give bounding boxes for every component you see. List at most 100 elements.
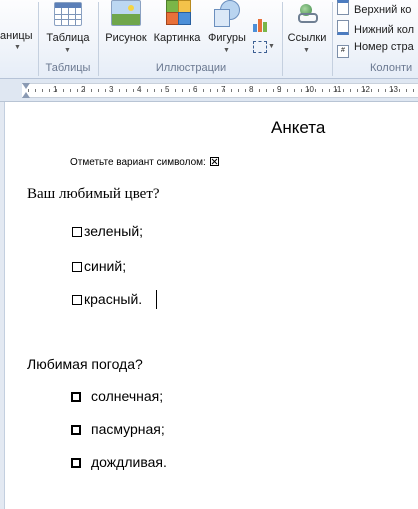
ruler-tick: [133, 89, 134, 92]
checkbox-icon: [71, 392, 81, 402]
footer-icon: [337, 20, 349, 35]
ruler-tick: [35, 89, 36, 92]
ruler-tick: [238, 89, 239, 92]
checkbox-icon: [71, 458, 81, 468]
ruler-tick: [49, 89, 50, 92]
option-label: синий;: [84, 258, 127, 274]
ruler-tick: [336, 89, 337, 92]
option-label: зеленый;: [84, 223, 144, 239]
chart-button[interactable]: [252, 16, 270, 34]
ruler-tick: [42, 89, 43, 92]
page-number-button[interactable]: # Номер стра: [337, 41, 414, 58]
page-left-margin: [0, 102, 5, 509]
ruler-tick: [294, 89, 295, 92]
group-headers-label: Колонти: [370, 62, 413, 74]
pages-button[interactable]: аницы ▼: [0, 30, 36, 51]
ruler-tick: [224, 89, 225, 92]
ruler-tick: [77, 89, 78, 92]
instruction-line: Отметьте вариант символом:: [70, 157, 219, 168]
ruler-tick: [28, 89, 29, 92]
page-number-label: Номер стра: [354, 41, 414, 53]
checkbox-icon: [71, 425, 81, 435]
q1-option-green: зеленый;: [72, 223, 143, 239]
ruler-tick: [245, 89, 246, 92]
clipart-icon: [166, 0, 191, 25]
ruler-tick: [231, 89, 232, 92]
ruler-tick: [329, 89, 330, 92]
ruler-tick: [378, 89, 379, 92]
question-1: Ваш любимый цвет?: [27, 186, 160, 202]
screenshot-button[interactable]: ▼: [252, 40, 276, 54]
ruler-tick: [287, 89, 288, 92]
ruler-tick: [154, 89, 155, 92]
table-label: Таблица: [46, 32, 90, 44]
ruler-tick: [364, 89, 365, 92]
header-button[interactable]: Верхний ко: [337, 0, 411, 16]
table-dropdown-icon: ▼: [64, 47, 71, 54]
ruler-tick: [371, 89, 372, 92]
question-2: Любимая погода?: [27, 356, 143, 372]
links-label: Ссылки: [287, 32, 327, 44]
page-number-icon: #: [337, 45, 349, 58]
picture-button[interactable]: Рисунок: [102, 0, 150, 58]
ruler-number: 10: [305, 85, 314, 94]
ribbon-insert-tab: аницы ▼ Таблица ▼ Таблицы Рисунок Картин…: [0, 0, 418, 79]
footer-button[interactable]: Нижний кол: [337, 20, 414, 36]
ruler-number: 13: [389, 85, 398, 94]
option-label: дождливая.: [91, 454, 167, 470]
ruler-tick: [84, 89, 85, 92]
picture-icon: [111, 0, 141, 26]
clipart-label: Картинка: [153, 32, 201, 44]
ruler-tick: [63, 89, 64, 92]
ruler-number: 12: [361, 85, 370, 94]
links-button[interactable]: Ссылки ▼: [284, 0, 330, 58]
footer-label: Нижний кол: [354, 24, 415, 36]
group-illustrations-label: Иллюстрации: [155, 62, 227, 74]
text-cursor: [156, 290, 157, 309]
shapes-icon: [214, 0, 240, 27]
screenshot-icon: [253, 41, 267, 53]
checkbox-icon: [72, 227, 82, 237]
ruler-tick: [413, 89, 414, 92]
ruler-tick: [357, 89, 358, 92]
ruler-tick: [175, 89, 176, 92]
ruler-tick: [56, 89, 57, 92]
ruler-tick: [70, 89, 71, 92]
indent-marker[interactable]: [22, 92, 30, 98]
document-page[interactable]: Анкета Отметьте вариант символом: Ваш лю…: [0, 102, 418, 509]
q1-option-blue: синий;: [72, 258, 126, 274]
ruler-tick: [280, 89, 281, 92]
q1-option-red: красный.: [72, 291, 142, 307]
ruler-tick: [161, 89, 162, 92]
option-label: пасмурная;: [91, 421, 165, 437]
ruler-tick: [147, 89, 148, 92]
picture-label: Рисунок: [105, 32, 147, 44]
separator: [332, 2, 333, 76]
q2-option-rainy: дождливая.: [71, 454, 167, 470]
checkbox-icon: [72, 295, 82, 305]
option-label: красный.: [84, 291, 143, 307]
separator: [98, 2, 99, 76]
checkbox-icon: [72, 262, 82, 272]
links-dropdown-icon: ▼: [303, 47, 310, 54]
ruler-tick: [350, 89, 351, 92]
ruler-tick: [399, 89, 400, 92]
ruler-tick: [189, 89, 190, 92]
ruler-tick: [266, 89, 267, 92]
ruler-tick: [91, 89, 92, 92]
ruler-tick: [140, 89, 141, 92]
checkbox-crossed-icon: [209, 157, 219, 166]
ruler-tick: [301, 89, 302, 92]
ruler-tick: [196, 89, 197, 92]
clipart-button[interactable]: Картинка: [150, 0, 204, 58]
ruler-tick: [259, 89, 260, 92]
q2-option-cloudy: пасмурная;: [71, 421, 165, 437]
shapes-button[interactable]: Фигуры ▼: [204, 0, 250, 58]
table-button[interactable]: Таблица ▼: [42, 0, 94, 58]
horizontal-ruler[interactable]: 12345678910111213: [0, 79, 418, 102]
q2-option-sunny: солнечная;: [71, 388, 163, 404]
ruler-tick: [406, 89, 407, 92]
ruler-tick: [203, 89, 204, 92]
ruler-tick: [322, 89, 323, 92]
ruler-tick: [112, 89, 113, 92]
